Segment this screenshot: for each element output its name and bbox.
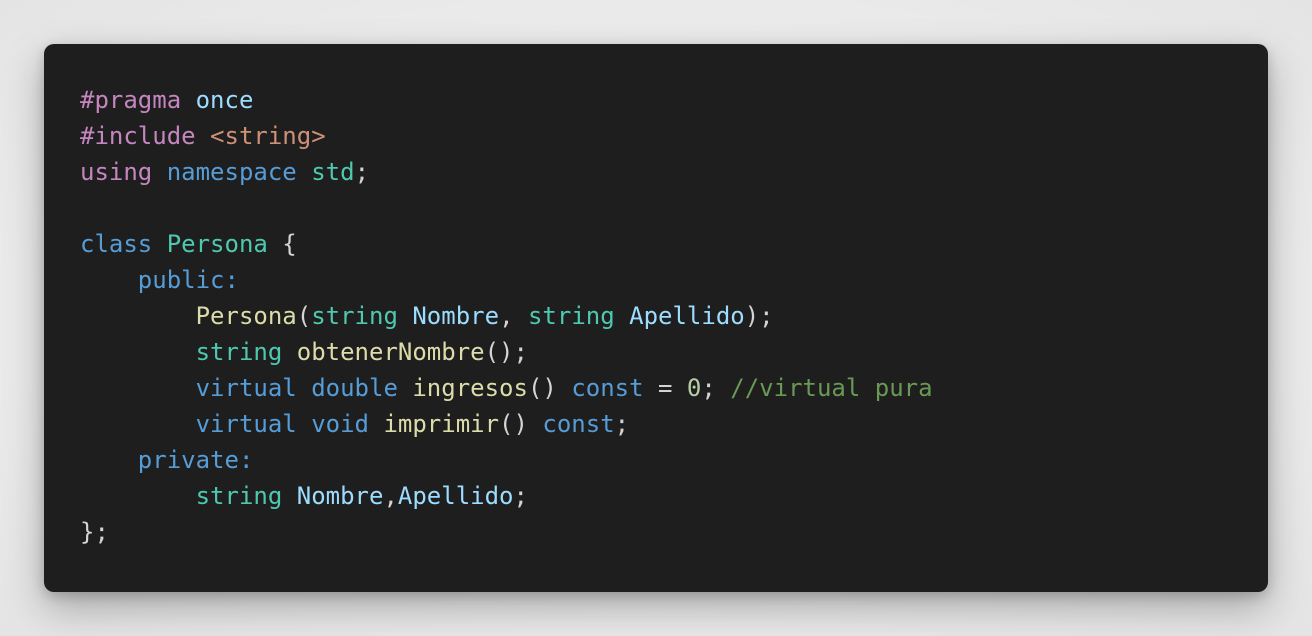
code-token-type: string (195, 482, 283, 510)
code-token-keyword: virtual (195, 374, 297, 402)
code-line: public: (80, 262, 1268, 298)
code-line: #pragma once (80, 82, 1268, 118)
code-token-punct (80, 482, 196, 510)
code-token-type: Persona (166, 230, 268, 258)
code-token-keyword: double (311, 374, 398, 402)
code-token-keyword: class (80, 230, 153, 258)
code-token-keyword: void (311, 410, 369, 438)
code-token-punct (80, 302, 196, 330)
code-token-type: string (527, 302, 615, 330)
code-line: Persona(string Nombre, string Apellido); (80, 298, 1268, 334)
code-line: }; (80, 514, 1268, 550)
code-token-keyword: public: (137, 266, 239, 294)
code-line: virtual void imprimir() const; (80, 406, 1268, 442)
code-line: string obtenerNombre(); (80, 334, 1268, 370)
code-token-func: obtenerNombre (296, 338, 485, 366)
code-token-punct: }; (80, 518, 109, 546)
code-token-punct (615, 302, 629, 330)
code-token-punct: ; (513, 482, 528, 510)
code-token-punct (80, 446, 138, 474)
code-token-type: std (311, 158, 355, 186)
code-block: #pragma once #include <string> using names… (80, 82, 1268, 550)
code-token-punct: ); (744, 302, 774, 330)
code-token-punct (282, 338, 296, 366)
code-token-var: Nombre (296, 482, 384, 510)
code-token-punct (196, 122, 210, 150)
code-line: virtual double ingresos() const = 0; //v… (80, 370, 1268, 406)
code-token-punct (297, 410, 311, 438)
code-token-punct (369, 410, 383, 438)
code-token-preproc: #pragma (80, 86, 182, 114)
code-token-type: string (195, 338, 283, 366)
code-line: class Persona { (80, 226, 1268, 262)
code-token-punct (297, 374, 311, 402)
code-token-punct (398, 302, 412, 330)
code-token-keyword: const (542, 410, 615, 438)
code-token-number: 0 (686, 374, 702, 402)
code-token-punct: () (527, 374, 572, 402)
code-token-keyword: private: (137, 446, 254, 474)
code-token-punct: = (643, 374, 687, 402)
code-token-punct: ; (354, 158, 370, 186)
code-line: using namespace std; (80, 154, 1268, 190)
code-token-var: Apellido (629, 302, 745, 330)
code-token-punct (80, 266, 138, 294)
code-token-var: Apellido (397, 482, 514, 510)
code-token-punct (282, 482, 296, 510)
code-token-keyword: virtual (195, 410, 297, 438)
code-token-punct (152, 158, 166, 186)
code-line: private: (80, 442, 1268, 478)
code-token-punct: ( (296, 302, 312, 330)
code-token-macro: once (195, 86, 254, 114)
code-token-func: Persona (195, 302, 297, 330)
code-token-func: imprimir (383, 410, 500, 438)
code-token-keyword: const (571, 374, 644, 402)
code-token-punct (181, 86, 195, 114)
code-token-punct (80, 410, 196, 438)
code-line: #include <string> (80, 118, 1268, 154)
code-token-keyword: namespace (166, 158, 297, 186)
code-token-punct (297, 158, 311, 186)
code-token-punct (80, 338, 196, 366)
code-token-punct: , (499, 302, 528, 330)
code-token-var: Nombre (412, 302, 500, 330)
code-token-preproc: #include (80, 122, 196, 150)
code-token-punct: ; (701, 374, 731, 402)
code-token-punct: ; (614, 410, 630, 438)
code-token-type: string (311, 302, 398, 330)
code-token-comment: //virtual pura (730, 374, 933, 402)
code-line: string Nombre,Apellido; (80, 478, 1268, 514)
code-token-punct (80, 374, 196, 402)
code-token-func: ingresos (412, 374, 528, 402)
code-token-control: using (80, 158, 153, 186)
code-snippet-card: #pragma once #include <string> using names… (44, 44, 1268, 592)
code-token-punct (152, 230, 166, 258)
code-token-punct (398, 374, 412, 402)
code-token-punct: (); (484, 338, 528, 366)
code-token-punct: , (383, 482, 398, 510)
code-token-punct: () (499, 410, 543, 438)
code-token-string: <string> (210, 122, 326, 150)
code-token-punct: { (267, 230, 297, 258)
